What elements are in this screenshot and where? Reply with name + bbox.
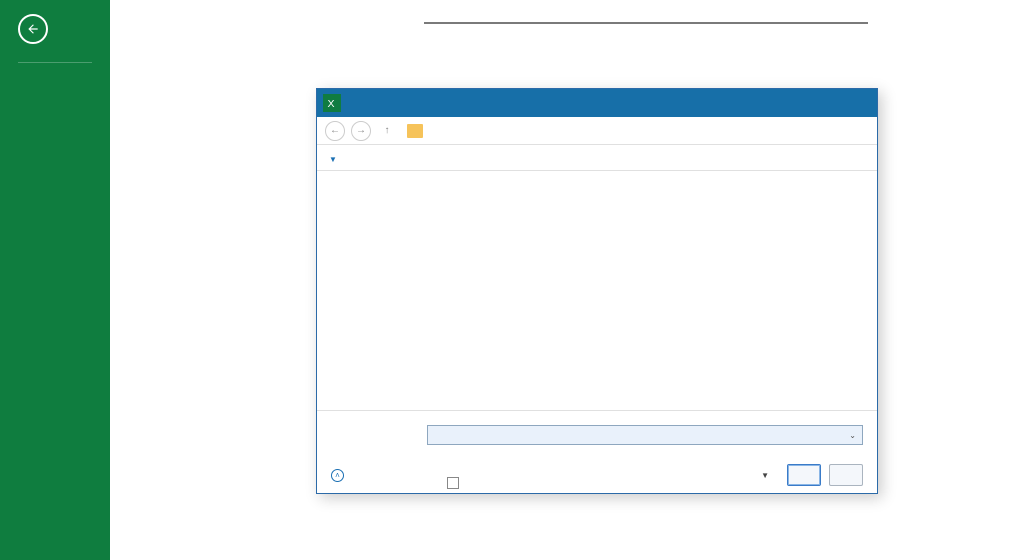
nav-forward-button[interactable]: → — [351, 121, 371, 141]
chevron-down-icon: ▼ — [761, 471, 769, 480]
filetype-combobox[interactable]: ⌄ — [427, 425, 863, 445]
chevron-down-icon: ▼ — [329, 155, 337, 164]
file-type-dropdown[interactable] — [424, 22, 868, 24]
dialog-navbar: ← → ↑ — [317, 117, 877, 145]
save-button[interactable] — [787, 464, 821, 486]
dialog-toolbar: ▼ — [317, 145, 877, 171]
dialog-footer: ˄ ▼ — [317, 457, 877, 493]
sidebar-separator — [18, 62, 92, 63]
dialog-body — [317, 171, 877, 411]
save-as-dialog: X ← → ↑ ▼ ⌄ — [316, 88, 878, 494]
arrow-left-icon — [26, 22, 40, 36]
folder-tree[interactable] — [317, 171, 433, 410]
nav-up-button[interactable]: ↑ — [377, 121, 397, 141]
dialog-titlebar: X — [317, 89, 877, 117]
tools-menu[interactable]: ▼ — [750, 469, 779, 481]
svg-text:X: X — [328, 98, 335, 110]
folder-icon — [407, 124, 423, 138]
back-button[interactable] — [18, 14, 48, 44]
organize-menu[interactable]: ▼ — [329, 151, 337, 165]
cancel-button[interactable] — [829, 464, 863, 486]
excel-app-icon: X — [323, 94, 341, 112]
nav-back-button[interactable]: ← — [325, 121, 345, 141]
chevron-down-icon: ⌄ — [849, 431, 856, 440]
hide-folders-toggle[interactable]: ˄ — [331, 469, 348, 482]
chevron-up-icon: ˄ — [331, 469, 344, 482]
backstage-sidebar — [0, 0, 110, 560]
